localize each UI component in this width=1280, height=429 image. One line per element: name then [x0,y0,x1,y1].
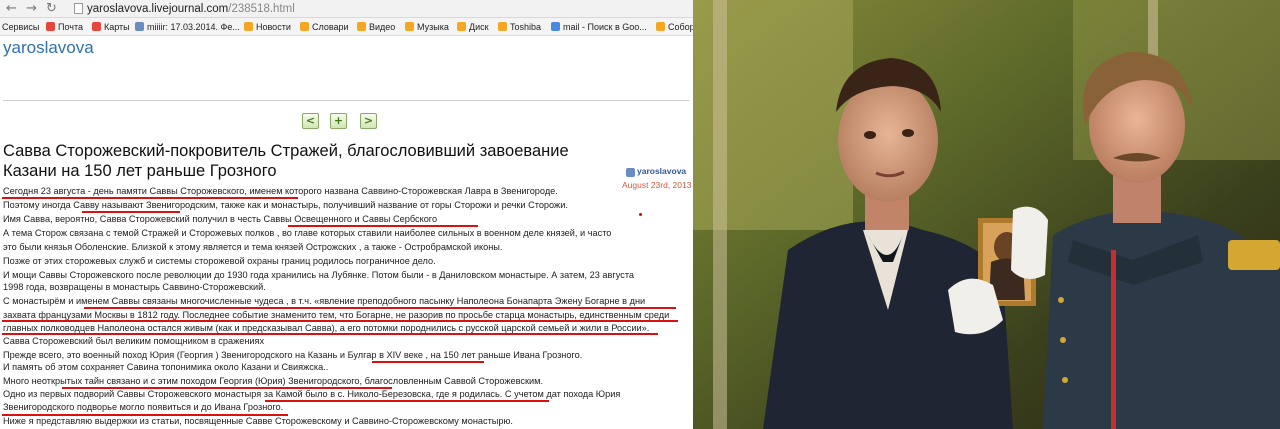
post-date: August 23rd, 2013 [622,180,692,190]
post-line: Поэтому иногда Савву называют Звенигород… [3,200,568,210]
divider [3,100,689,101]
red-underline [2,414,288,416]
red-underline [62,387,392,389]
add-memory-icon[interactable]: + [330,113,347,129]
folder-icon [244,22,253,31]
browser-window: ← → ↻ yaroslavova.livejournal.com/238518… [0,0,693,429]
white-glove [1011,206,1048,279]
livejournal-icon [135,22,144,31]
post-line: Звенигородского подворье могло появиться… [3,402,284,412]
bookmark-label: Музыка [417,22,449,32]
bookmark-item[interactable]: Диск [457,21,489,33]
post-line: Ниже я представляю выдержки из статьи, п… [3,416,513,426]
film-still-image [693,0,1280,429]
post-title-line: Савва Сторожевский-покровитель Стражей, … [3,142,569,160]
red-underline [2,320,678,322]
next-post-icon[interactable]: > [360,113,377,129]
post-title: Савва Сторожевский-покровитель Стражей, … [3,141,603,181]
red-underline [288,225,478,227]
post-line: Савва Сторожевский был великим помощнико… [3,336,265,346]
bookmark-item[interactable]: Сервисы [2,21,39,33]
post-line: И мощи Саввы Сторожевского после революц… [3,270,635,280]
post-line: Сегодня 23 августа - день памяти Саввы С… [3,186,558,196]
bookmark-item[interactable]: miiiir: 17.03.2014. Фе... [135,21,240,33]
bookmark-label: miiiir: 17.03.2014. Фе... [147,22,240,32]
post-line: 1998 года, возвращены в монастырь Саввин… [3,282,266,292]
address-host: yaroslavova.livejournal.com [87,3,229,15]
site-title[interactable]: yaroslavova [3,38,94,58]
bookmark-item[interactable]: Карты [92,21,130,33]
bookmark-item[interactable]: Toshiba [498,21,541,33]
bookmark-item[interactable]: Почта [46,21,83,33]
red-underline [372,361,484,363]
bookmarks-bar: Сервисы Почта Карты miiiir: 17.03.2014. … [0,18,693,36]
prev-post-icon[interactable]: < [302,113,319,129]
bookmark-label: Сервисы [2,22,40,32]
forward-arrow-icon[interactable]: → [26,1,37,17]
red-underline [2,333,658,335]
bookmark-label: Словари [312,22,349,32]
google-icon [551,22,560,31]
post-line: Прежде всего, это военный поход Юрия (Ге… [3,350,583,360]
bookmark-label: Почта [58,22,83,32]
red-underline [82,211,180,213]
folder-icon [300,22,309,31]
folder-icon [498,22,507,31]
post-line: Много неоткрытых тайн связано и с этим п… [3,376,544,386]
post-line: С монастырём и именем Саввы связаны мног… [3,296,646,306]
address-path: /238518.html [228,3,295,15]
bookmark-label: Новости [256,22,291,32]
red-underline [84,307,676,309]
bookmark-item[interactable]: Словари [300,21,349,33]
red-mark [639,213,642,216]
bookmark-item[interactable]: Новости [244,21,291,33]
bookmark-label: mail - Поиск в Goo... [563,22,647,32]
red-underline [265,400,549,402]
bookmark-item[interactable]: mail - Поиск в Goo... [551,21,647,33]
maps-icon [92,22,101,31]
film-still-illustration [693,0,1280,429]
post-line: Одно из первых подворий Саввы Сторожевск… [3,389,621,399]
folder-icon [656,22,665,31]
navigation-bar: ← → ↻ yaroslavova.livejournal.com/238518… [0,0,693,18]
post-line: И память об этом сохраняет Савина топони… [3,362,329,372]
folder-icon [357,22,366,31]
back-arrow-icon[interactable]: ← [6,1,17,17]
bookmark-label: Видео [369,22,396,32]
user-icon[interactable] [626,168,635,177]
address-bar[interactable]: yaroslavova.livejournal.com/238518.html [87,2,295,16]
author-link[interactable]: yaroslavova [637,166,686,176]
bookmark-label: Карты [104,22,130,32]
bookmark-item[interactable]: Собор [656,21,693,33]
post-line: это были князья Оболенские. Близкой к эт… [3,242,503,252]
post-line: Имя Савва, вероятно, Савва Сторожевский … [3,214,438,224]
red-underline [2,197,298,199]
bookmark-item[interactable]: Музыка [405,21,449,33]
bookmark-label: Собор [668,22,693,32]
post-title-line: Казани на 150 лет раньше Грозного [3,162,277,180]
folder-icon [457,22,466,31]
page-icon [74,3,83,14]
folder-icon [405,22,414,31]
post-line: А тема Сторож связана с темой Стражей и … [3,228,612,238]
bookmark-item[interactable]: Видео [357,21,395,33]
bookmark-label: Toshiba [510,22,542,32]
reload-icon[interactable]: ↻ [46,1,57,17]
birch-trunk [713,0,727,429]
mail-icon [46,22,55,31]
bookmark-label: Диск [469,22,489,32]
post-line: Позже от этих сторожевых служб и системы… [3,256,436,266]
